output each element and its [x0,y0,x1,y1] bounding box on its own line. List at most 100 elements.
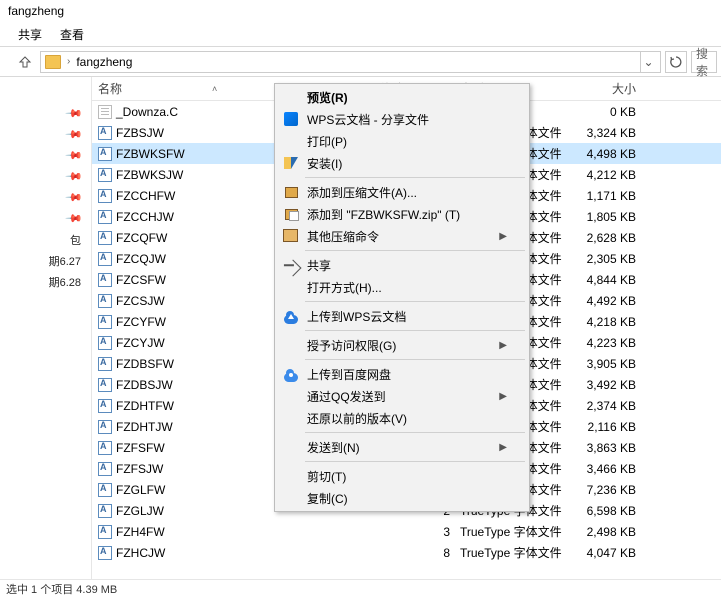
file-name: FZCSFW [116,273,166,287]
separator [305,177,525,178]
menu-add-archive[interactable]: 添加到压缩文件(A)... [277,181,527,203]
quick-access-item[interactable]: 期6.27 [0,250,91,271]
pin-icon: 📌 [65,167,84,186]
cloud-baidu-icon [284,373,298,382]
file-name: FZCQFW [116,231,167,245]
file-size: 2,498 KB [572,525,642,539]
font-file-icon [98,294,112,308]
font-file-icon [98,420,112,434]
file-name: FZDBSJW [116,378,173,392]
font-file-icon [98,189,112,203]
tab-share[interactable]: 共享 [18,26,42,43]
address-bar: › fangzheng ⌄ 搜索 [0,47,721,77]
breadcrumb-segment[interactable]: fangzheng [76,55,132,69]
menu-cut[interactable]: 剪切(T) [277,465,527,487]
separator [305,461,525,462]
window-titlebar: fangzheng [0,0,721,22]
file-date: 8 [374,546,454,560]
search-input[interactable]: 搜索 [691,51,717,73]
font-file-icon [98,315,112,329]
menu-preview[interactable]: 预览(R) [277,86,527,108]
menu-other-zip[interactable]: 其他压缩命令▶ [277,225,527,247]
text-file-icon [98,105,112,119]
separator [305,359,525,360]
file-size: 4,218 KB [572,315,642,329]
file-size: 3,492 KB [572,378,642,392]
pin-icon: 📌 [65,125,84,144]
file-name: _Downza.C [116,105,178,119]
folder-icon [45,55,61,69]
search-placeholder: 搜索 [696,45,712,79]
chevron-right-icon: › [67,56,70,67]
file-name: FZGLFW [116,483,165,497]
menu-restore[interactable]: 还原以前的版本(V) [277,407,527,429]
menu-grant-access[interactable]: 授予访问权限(G)▶ [277,334,527,356]
font-file-icon [98,378,112,392]
file-name: FZBWKSJW [116,168,183,182]
file-name: FZCSJW [116,294,165,308]
file-size: 6,598 KB [572,504,642,518]
menu-print[interactable]: 打印(P) [277,130,527,152]
file-size: 3,324 KB [572,126,642,140]
separator [305,432,525,433]
menu-open-with[interactable]: 打开方式(H)... [277,276,527,298]
share-icon [285,260,302,277]
file-row[interactable]: FZH4FW3TrueType 字体文件2,498 KB [92,521,721,542]
font-file-icon [98,546,112,560]
breadcrumb[interactable]: › fangzheng ⌄ [40,51,661,73]
quick-access-item[interactable]: 📌 [0,103,91,124]
file-row[interactable]: FZHCJW8TrueType 字体文件4,047 KB [92,542,721,563]
menu-send-to[interactable]: 发送到(N)▶ [277,436,527,458]
shield-icon [284,157,298,169]
tab-view[interactable]: 查看 [60,26,84,43]
quick-access-item[interactable]: 📌 [0,166,91,187]
menu-add-zip[interactable]: 添加到 "FZBWKSFW.zip" (T) [277,203,527,225]
menu-upload-wps[interactable]: 上传到WPS云文档 [277,305,527,327]
cloud-wps-icon [284,315,298,324]
quick-access-item[interactable]: 期6.28 [0,271,91,292]
file-name: FZGLJW [116,504,164,518]
menu-wps-share[interactable]: WPS云文档 - 分享文件 [277,108,527,130]
menu-copy[interactable]: 复制(C) [277,487,527,509]
font-file-icon [98,336,112,350]
file-name: FZDHTJW [116,420,173,434]
font-file-icon [98,525,112,539]
font-file-icon [98,462,112,476]
file-size: 2,374 KB [572,399,642,413]
file-size: 2,305 KB [572,252,642,266]
quick-access-item[interactable]: 📌 [0,187,91,208]
refresh-button[interactable] [665,51,687,73]
up-button[interactable] [14,51,36,73]
file-name: FZFSFW [116,441,165,455]
menu-upload-baidu[interactable]: 上传到百度网盘 [277,363,527,385]
pin-icon: 📌 [65,104,84,123]
file-size: 4,492 KB [572,294,642,308]
file-size: 3,466 KB [572,462,642,476]
file-size: 4,498 KB [572,147,642,161]
address-dropdown[interactable]: ⌄ [640,51,656,73]
separator [305,250,525,251]
col-header-size[interactable]: 大小 [572,80,642,97]
quick-access-item[interactable]: 📌 [0,124,91,145]
file-name: FZDHTFW [116,399,174,413]
file-name: FZCYJW [116,336,165,350]
quick-access-item[interactable]: 包 [0,229,91,250]
ribbon-tabs: 共享 查看 [0,22,721,46]
font-file-icon [98,252,112,266]
quick-access-item[interactable]: 📌 [0,208,91,229]
file-name: FZCCHJW [116,210,174,224]
wps-icon [284,112,298,126]
menu-send-qq[interactable]: 通过QQ发送到▶ [277,385,527,407]
font-file-icon [98,483,112,497]
menu-install[interactable]: 安装(I) [277,152,527,174]
menu-share[interactable]: 共享 [277,254,527,276]
archive-icon [285,187,298,198]
font-file-icon [98,357,112,371]
submenu-arrow-icon: ▶ [499,340,507,351]
font-file-icon [98,273,112,287]
quick-access-item[interactable]: 📌 [0,145,91,166]
file-type: TrueType 字体文件 [454,523,572,540]
font-file-icon [98,168,112,182]
file-name: FZCYFW [116,315,166,329]
file-size: 3,863 KB [572,441,642,455]
